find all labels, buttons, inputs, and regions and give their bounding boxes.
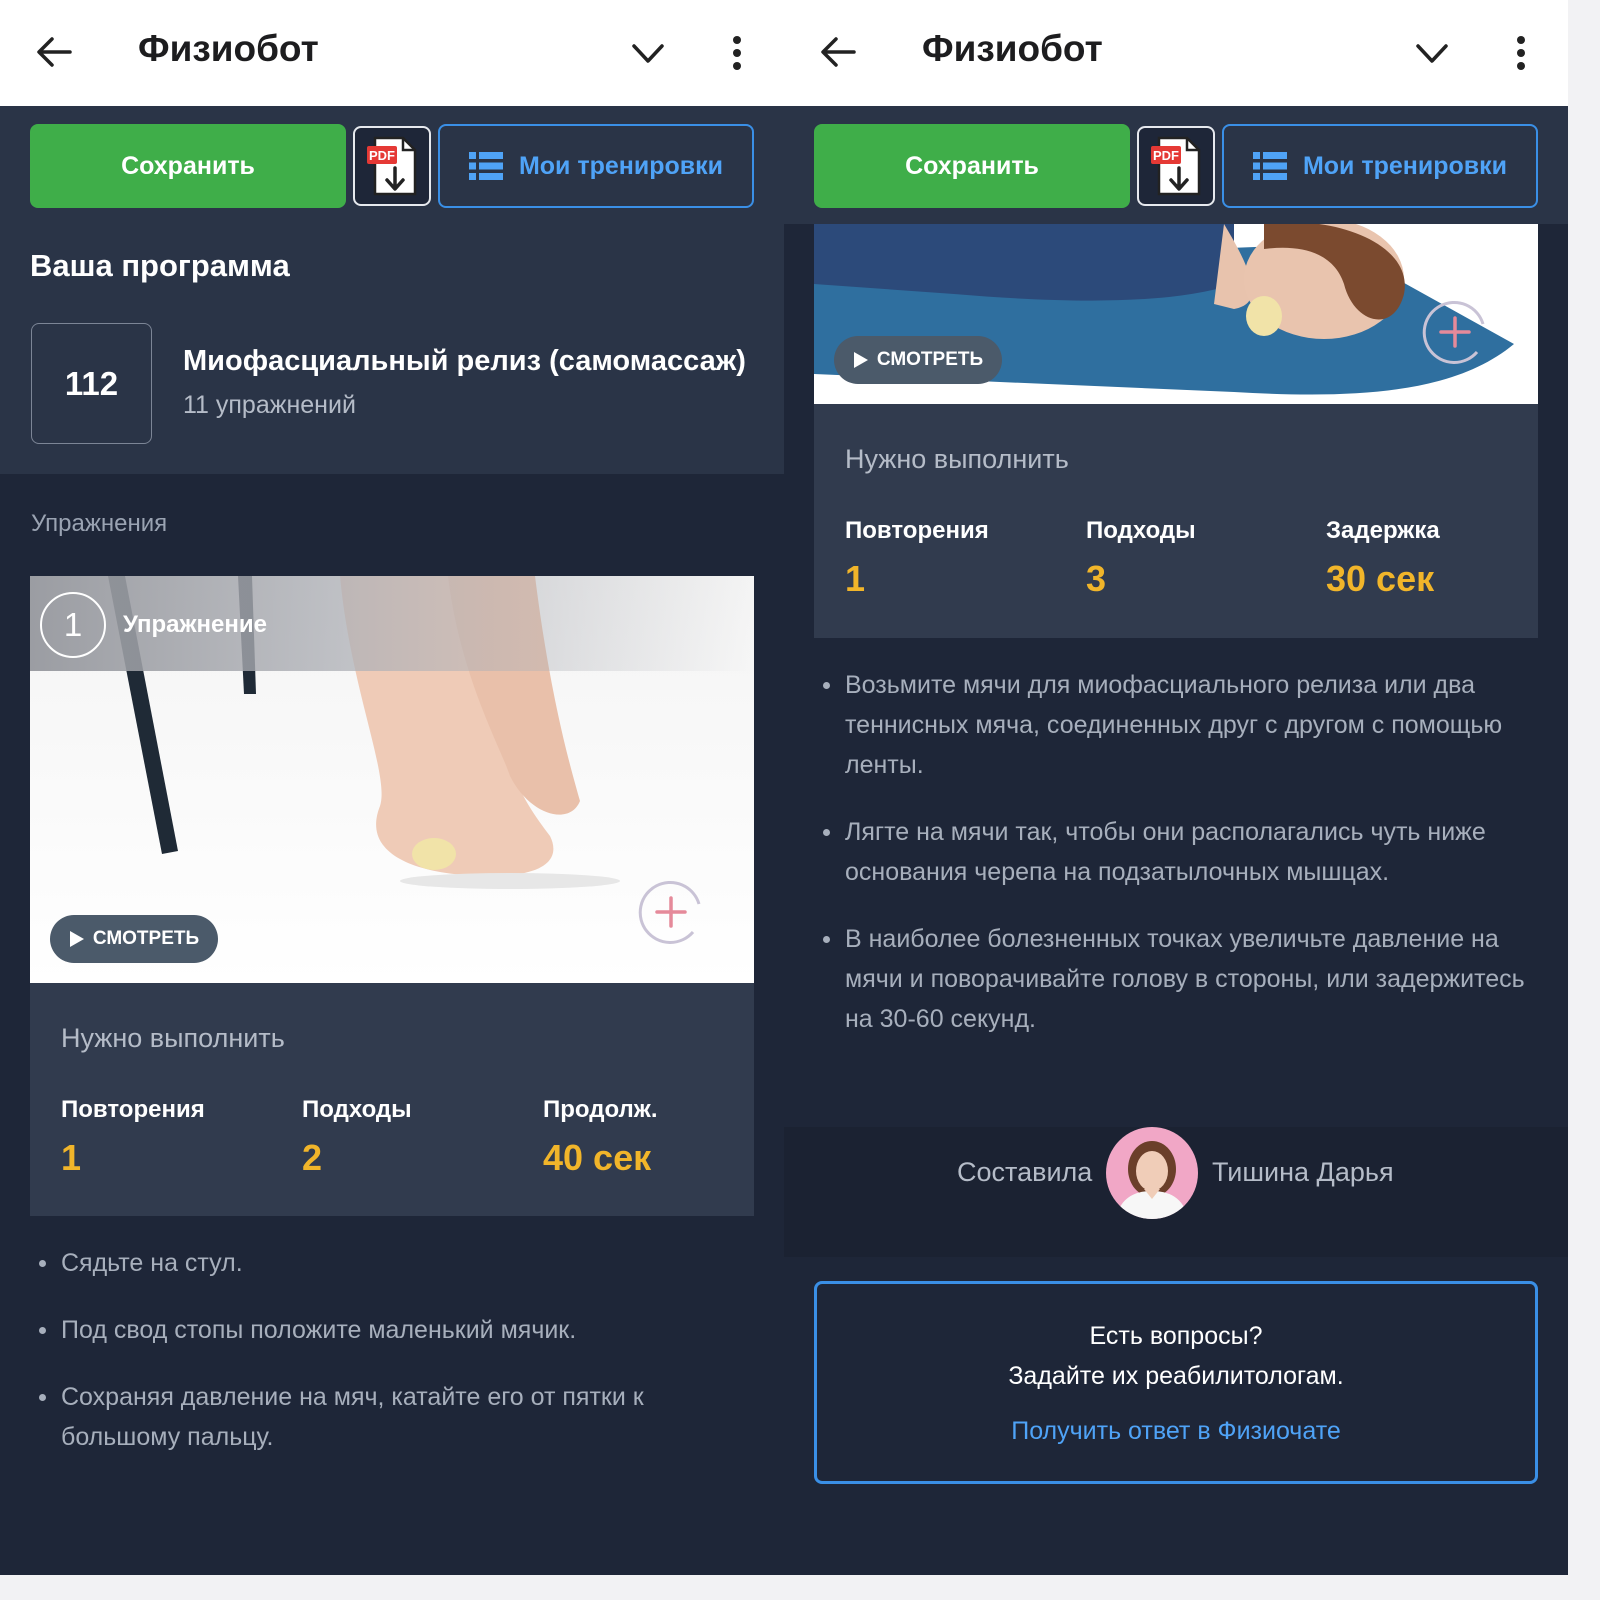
app-title: Физиобот bbox=[138, 28, 319, 69]
questions-box: Есть вопросы? Задайте их реабилитологам.… bbox=[814, 1281, 1538, 1484]
screen-left: Физиобот Сохранить PDF Мои тренировки Ва… bbox=[0, 0, 784, 1575]
screen-right: Физиобот Сохранить PDF Мои тренировки СМ… bbox=[784, 0, 1568, 1575]
physio-chat-link[interactable]: Получить ответ в Физиочате bbox=[817, 1417, 1535, 1446]
author-name: Тишина Дарья bbox=[1212, 1157, 1394, 1187]
stat-sets-value: 2 bbox=[302, 1137, 323, 1178]
step-item: Возьмите мячи для миофасциального релиза… bbox=[814, 665, 1534, 785]
program-heading: Ваша программа bbox=[30, 248, 290, 283]
stat-hold-value: 30 сек bbox=[1326, 558, 1435, 599]
avatar[interactable] bbox=[1106, 1127, 1198, 1219]
play-icon bbox=[69, 931, 84, 947]
questions-line-2: Задайте их реабилитологам. bbox=[1008, 1362, 1344, 1390]
requirements-title: Нужно выполнить bbox=[61, 1023, 285, 1053]
exercises-section-label: Упражнения bbox=[31, 510, 168, 537]
author-strip: Составила Тишина Дарья bbox=[784, 1127, 1568, 1257]
program-number-badge: 112 bbox=[31, 323, 152, 444]
stat-sets-label: Подходы bbox=[302, 1096, 412, 1123]
stat-reps-label: Повторения bbox=[845, 517, 989, 544]
action-toolbar: Сохранить PDF Мои тренировки bbox=[784, 106, 1568, 224]
stat-reps-label: Повторения bbox=[61, 1096, 205, 1123]
my-trainings-button[interactable]: Мои тренировки bbox=[438, 124, 754, 208]
back-arrow-icon[interactable] bbox=[32, 30, 76, 74]
watch-button[interactable]: СМОТРЕТЬ bbox=[50, 915, 218, 963]
my-trainings-button[interactable]: Мои тренировки bbox=[1222, 124, 1538, 208]
exercise-1-requirements: Нужно выполнить Повторения 1 Подходы 2 П… bbox=[30, 983, 754, 1216]
exercise-2-image: СМОТРЕТЬ bbox=[814, 224, 1538, 404]
list-icon bbox=[1252, 152, 1287, 180]
stat-sets-value: 3 bbox=[1086, 558, 1107, 599]
app-bar: Физиобот bbox=[784, 0, 1568, 106]
exercise-1-steps: Сядьте на стул. Под свод стопы положите … bbox=[30, 1243, 730, 1457]
pdf-download-icon: PDF bbox=[367, 136, 417, 196]
exercise-2-requirements: Нужно выполнить Повторения 1 Подходы 3 З… bbox=[814, 404, 1538, 638]
stat-sets-label: Подходы bbox=[1086, 517, 1196, 544]
chevron-down-icon[interactable] bbox=[626, 34, 670, 74]
pdf-badge-text: PDF bbox=[369, 148, 395, 163]
pdf-download-icon: PDF bbox=[1151, 136, 1201, 196]
add-circle-icon[interactable] bbox=[635, 876, 707, 948]
my-trainings-label: Мои тренировки bbox=[1302, 151, 1508, 180]
stat-reps-value: 1 bbox=[61, 1137, 82, 1178]
pdf-badge-text: PDF bbox=[1153, 148, 1179, 163]
exercise-1-image: 1 Упражнение СМОТРЕТЬ bbox=[30, 576, 754, 983]
stat-duration-value: 40 сек bbox=[543, 1137, 652, 1178]
list-icon bbox=[468, 152, 503, 180]
author-by-label: Составила bbox=[957, 1157, 1093, 1187]
save-button[interactable]: Сохранить bbox=[814, 124, 1130, 208]
watch-button[interactable]: СМОТРЕТЬ bbox=[834, 336, 1002, 384]
pdf-download-button[interactable]: PDF bbox=[1137, 126, 1215, 206]
step-item: Под свод стопы положите маленький мячик. bbox=[30, 1310, 730, 1350]
stat-duration-label: Продолж. bbox=[543, 1096, 658, 1123]
avatar-portrait bbox=[1106, 1127, 1198, 1219]
stat-reps-value: 1 bbox=[845, 558, 866, 599]
add-circle-icon[interactable] bbox=[1419, 296, 1491, 368]
back-arrow-icon[interactable] bbox=[816, 30, 860, 74]
watch-label: СМОТРЕТЬ bbox=[876, 349, 984, 370]
app-title: Физиобот bbox=[922, 28, 1103, 69]
questions-line-1: Есть вопросы? bbox=[1089, 1322, 1263, 1350]
program-name: Миофасциальный релиз (самомассаж) bbox=[183, 345, 746, 377]
exercise-1-label: Упражнение bbox=[123, 611, 267, 638]
program-exercise-count: 11 упражнений bbox=[183, 391, 356, 419]
step-item: Сохраняя давление на мяч, катайте его от… bbox=[30, 1377, 730, 1457]
step-item: Лягте на мячи так, чтобы они располагали… bbox=[814, 812, 1534, 892]
watch-label: СМОТРЕТЬ bbox=[92, 928, 200, 949]
chevron-down-icon[interactable] bbox=[1410, 34, 1454, 74]
pdf-download-button[interactable]: PDF bbox=[353, 126, 431, 206]
step-item: Сядьте на стул. bbox=[30, 1243, 730, 1283]
play-icon bbox=[853, 352, 868, 368]
save-button[interactable]: Сохранить bbox=[30, 124, 346, 208]
my-trainings-label: Мои тренировки bbox=[518, 151, 724, 180]
program-card: Ваша программа 112 Миофасциальный релиз … bbox=[0, 224, 784, 474]
exercise-1-number: 1 bbox=[40, 592, 106, 658]
more-vertical-icon[interactable] bbox=[722, 32, 752, 76]
action-toolbar: Сохранить PDF Мои тренировки bbox=[0, 106, 784, 224]
app-bar: Физиобот bbox=[0, 0, 784, 106]
more-vertical-icon[interactable] bbox=[1506, 32, 1536, 76]
requirements-title: Нужно выполнить bbox=[845, 444, 1069, 474]
stat-hold-label: Задержка bbox=[1326, 517, 1440, 544]
exercise-2-steps: Возьмите мячи для миофасциального релиза… bbox=[814, 665, 1534, 1039]
step-item: В наиболее болезненных точках увеличьте … bbox=[814, 919, 1534, 1039]
